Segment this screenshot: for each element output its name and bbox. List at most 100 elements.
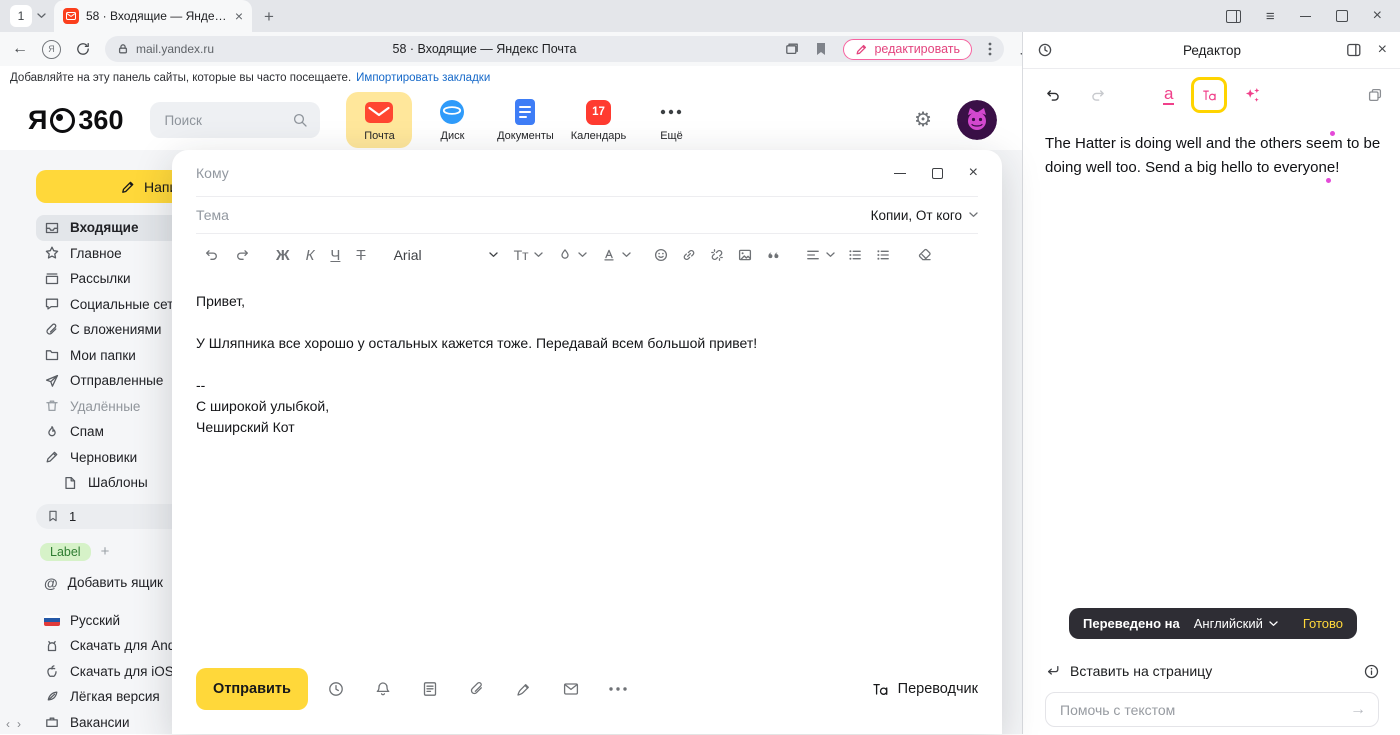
import-bookmarks-link[interactable]: Импортировать закладки [356,72,490,84]
reminder-bell-icon[interactable] [374,680,392,698]
quote-icon[interactable] [765,247,781,263]
open-in-window-icon[interactable] [1346,42,1361,58]
tab-group-chip[interactable]: 1 [10,5,32,27]
link-icon[interactable] [681,247,697,263]
service-disk[interactable]: Диск [419,92,485,148]
align-select[interactable] [805,247,835,263]
compose-subject-row[interactable]: Тема Копии, От кого [196,197,978,234]
envelope-icon[interactable] [562,680,580,698]
compose-minimize-icon[interactable] [894,173,906,174]
chevron-down-icon[interactable] [37,13,46,19]
helper-input-box[interactable]: → [1045,692,1379,727]
bookmarks-hint: Добавляйте на эту панель сайты, которые … [10,72,351,84]
done-button[interactable]: Готово [1303,616,1343,631]
window-maximize-icon[interactable] [1336,10,1348,22]
side-panels-icon[interactable] [1226,10,1241,23]
service-more[interactable]: Ещё [638,92,704,148]
browser-window: 1 58 · Входящие — Яндекс Почта × + ≡ × ←… [0,0,1400,734]
helper-input[interactable] [1058,701,1342,719]
chevron-down-icon [489,252,498,258]
text-color-icon [601,247,617,263]
yandex-button-icon[interactable]: Я [42,40,61,59]
redo-icon[interactable] [1089,87,1106,104]
language-select[interactable]: Английский [1194,616,1278,631]
bookmark-icon [46,509,60,523]
numbered-list-icon[interactable] [875,247,891,263]
service-mail[interactable]: Почта [346,92,412,148]
page-title: 58 · Входящие — Яндекс Почта [255,42,714,56]
search-icon[interactable] [292,112,308,128]
send-button[interactable]: Отправить [196,668,308,710]
italic-button[interactable]: К [306,247,315,264]
browser-tab[interactable]: 58 · Входящие — Яндекс Почта × [54,0,252,32]
tab-close-icon[interactable]: × [235,9,243,23]
browser-toolbar: ← Я mail.yandex.ru 58 · Входящие — Яндек… [0,32,1046,66]
message-body[interactable]: Привет, У Шляпника все хорошо у остальны… [196,291,978,438]
underline-button[interactable]: Ч [330,247,340,264]
avatar[interactable] [957,100,997,140]
image-icon[interactable] [737,247,753,263]
redo-icon[interactable] [234,247,250,263]
scroll-left-icon[interactable]: ‹ [6,717,10,731]
horizontal-scroll-arrows[interactable]: ‹ › [6,717,21,731]
undo-icon[interactable] [1045,87,1062,104]
bold-button[interactable]: Ж [276,247,290,264]
bullet-list-icon[interactable] [847,247,863,263]
more-vertical-icon[interactable] [988,42,992,56]
compose-to-row[interactable]: Кому × [196,150,978,197]
compose-close-icon[interactable]: × [969,165,978,181]
add-label-icon[interactable]: + [101,543,110,560]
yandex-360-logo[interactable]: Я 360 [28,105,123,136]
chevron-down-icon [1269,621,1278,627]
scroll-right-icon[interactable]: › [17,717,21,731]
browser-controls: ≡ × [1226,8,1400,24]
undo-icon[interactable] [204,247,220,263]
window-close-icon[interactable]: × [1373,8,1382,24]
translated-bar: Переведено на Английский Готово [1069,608,1357,639]
sparkles-icon[interactable] [1242,85,1262,105]
service-docs[interactable]: Документы [492,92,558,148]
edit-chip-button[interactable]: редактировать [843,39,972,60]
cc-from-toggle[interactable]: Копии, От кого [871,208,978,223]
search-box[interactable] [150,102,320,138]
signature-pen-icon[interactable] [515,680,533,698]
search-input[interactable] [162,112,261,129]
translate-highlight-box[interactable] [1191,77,1227,113]
back-icon[interactable]: ← [12,41,28,57]
logo-eye-icon [50,108,75,133]
emoji-icon[interactable] [653,247,669,263]
info-icon[interactable] [1364,664,1379,679]
grammar-check-icon[interactable]: a [1163,85,1174,105]
editor-text[interactable]: The Hatter is doing well and the others … [1045,132,1383,179]
browser-menu-icon[interactable]: ≡ [1266,9,1275,24]
panel-close-icon[interactable]: × [1378,42,1387,58]
text-color-select[interactable] [601,247,631,263]
highlight-color-select[interactable] [557,247,587,263]
copy-icon[interactable] [1367,87,1383,103]
insert-to-page-button[interactable]: Вставить на страницу [1045,659,1379,683]
more-options-icon[interactable] [609,687,627,691]
new-tab-button[interactable]: + [264,8,274,25]
refresh-icon[interactable] [75,41,91,57]
collections-icon[interactable] [785,42,799,56]
translator-button[interactable]: Переводчик [871,680,978,699]
address-bar[interactable]: mail.yandex.ru 58 · Входящие — Яндекс По… [105,36,1004,62]
service-calendar[interactable]: 17 Календарь [565,92,631,148]
gear-icon[interactable]: ⚙ [914,110,932,130]
unlink-icon[interactable] [709,247,725,263]
attach-paperclip-icon[interactable] [468,680,486,698]
bookmark-icon[interactable] [815,42,827,56]
note-icon[interactable] [421,680,439,698]
window-minimize-icon[interactable] [1300,16,1311,17]
body-line [196,354,978,375]
submit-arrow-icon[interactable]: → [1350,702,1366,718]
compose-expand-icon[interactable] [932,168,943,179]
label-chip[interactable]: Label [40,543,91,561]
schedule-clock-icon[interactable] [327,680,345,698]
font-size-select[interactable]: Tт [514,247,543,263]
strikethrough-button[interactable]: Т [356,247,365,264]
eraser-icon[interactable] [917,247,933,263]
folder-icon [44,347,60,363]
history-clock-icon[interactable] [1037,42,1053,58]
font-family-select[interactable]: Arial [394,247,498,263]
